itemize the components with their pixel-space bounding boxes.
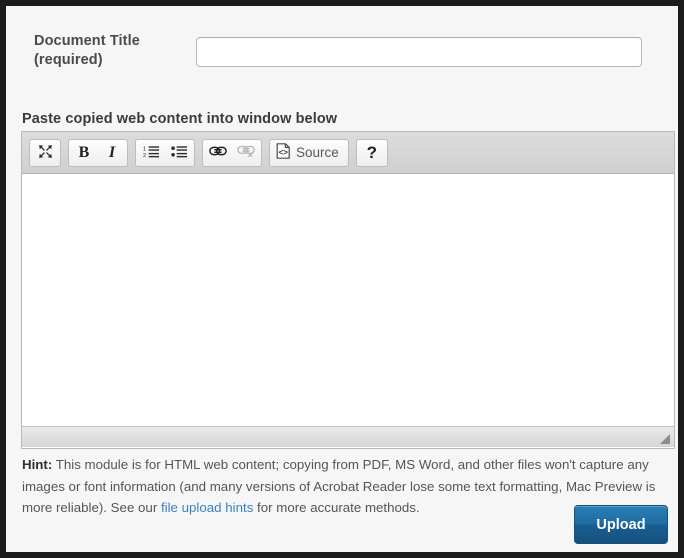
maximize-button[interactable] [31,140,59,166]
toolbar-group-source: <> Source [269,138,349,167]
question-mark-icon: ? [366,142,377,162]
numbered-list-icon: 1 2 [143,144,160,162]
bulleted-list-button[interactable] [165,140,193,166]
hint-prefix: Hint: [22,457,53,472]
hint-body-after-link: for more accurate methods. [253,500,420,515]
numbered-list-button[interactable]: 1 2 [137,140,165,166]
italic-icon: I [108,143,116,161]
document-title-row: Document Title (required) [6,32,678,84]
editor-content-area[interactable] [22,174,674,426]
source-button-label: Source [296,145,339,160]
toolbar-group-lists: 1 2 [135,138,195,167]
unlink-button[interactable] [232,140,260,166]
editor-toolbar: B I 1 2 <> Source ? [22,132,674,174]
page-frame: Document Title (required) Paste copied w… [6,6,678,552]
upload-button[interactable]: Upload [574,505,668,544]
document-title-input[interactable] [196,37,642,67]
bold-icon: B [78,143,90,161]
source-code-icon: <> [276,143,291,162]
link-icon [209,144,227,161]
maximize-icon [38,144,53,162]
document-title-required-text: (required) [34,52,103,68]
source-button[interactable]: <> Source [271,140,347,166]
bulleted-list-icon [170,144,188,162]
italic-button[interactable]: I [98,140,126,166]
unlink-icon [237,144,255,161]
resize-grip-icon[interactable] [658,432,671,445]
toolbar-group-help: ? [355,138,388,167]
editor-status-bar [22,426,674,447]
toolbar-group-links [202,138,262,167]
paste-content-label: Paste copied web content into window bel… [22,111,338,127]
toolbar-group-basic-styles: B I [68,138,128,167]
svg-text:1: 1 [143,146,146,152]
hint-text: Hint: This module is for HTML web conten… [22,454,668,519]
file-upload-hints-link[interactable]: file upload hints [161,500,253,515]
bold-button[interactable]: B [70,140,98,166]
rich-text-editor: B I 1 2 <> Source ? [21,131,675,449]
help-button[interactable]: ? [358,140,386,166]
document-title-label-text: Document Title [34,33,140,49]
document-title-label: Document Title (required) [34,32,184,70]
toolbar-group-view [29,138,61,167]
link-button[interactable] [204,140,232,166]
svg-text:<>: <> [279,148,289,157]
svg-text:2: 2 [143,153,146,159]
